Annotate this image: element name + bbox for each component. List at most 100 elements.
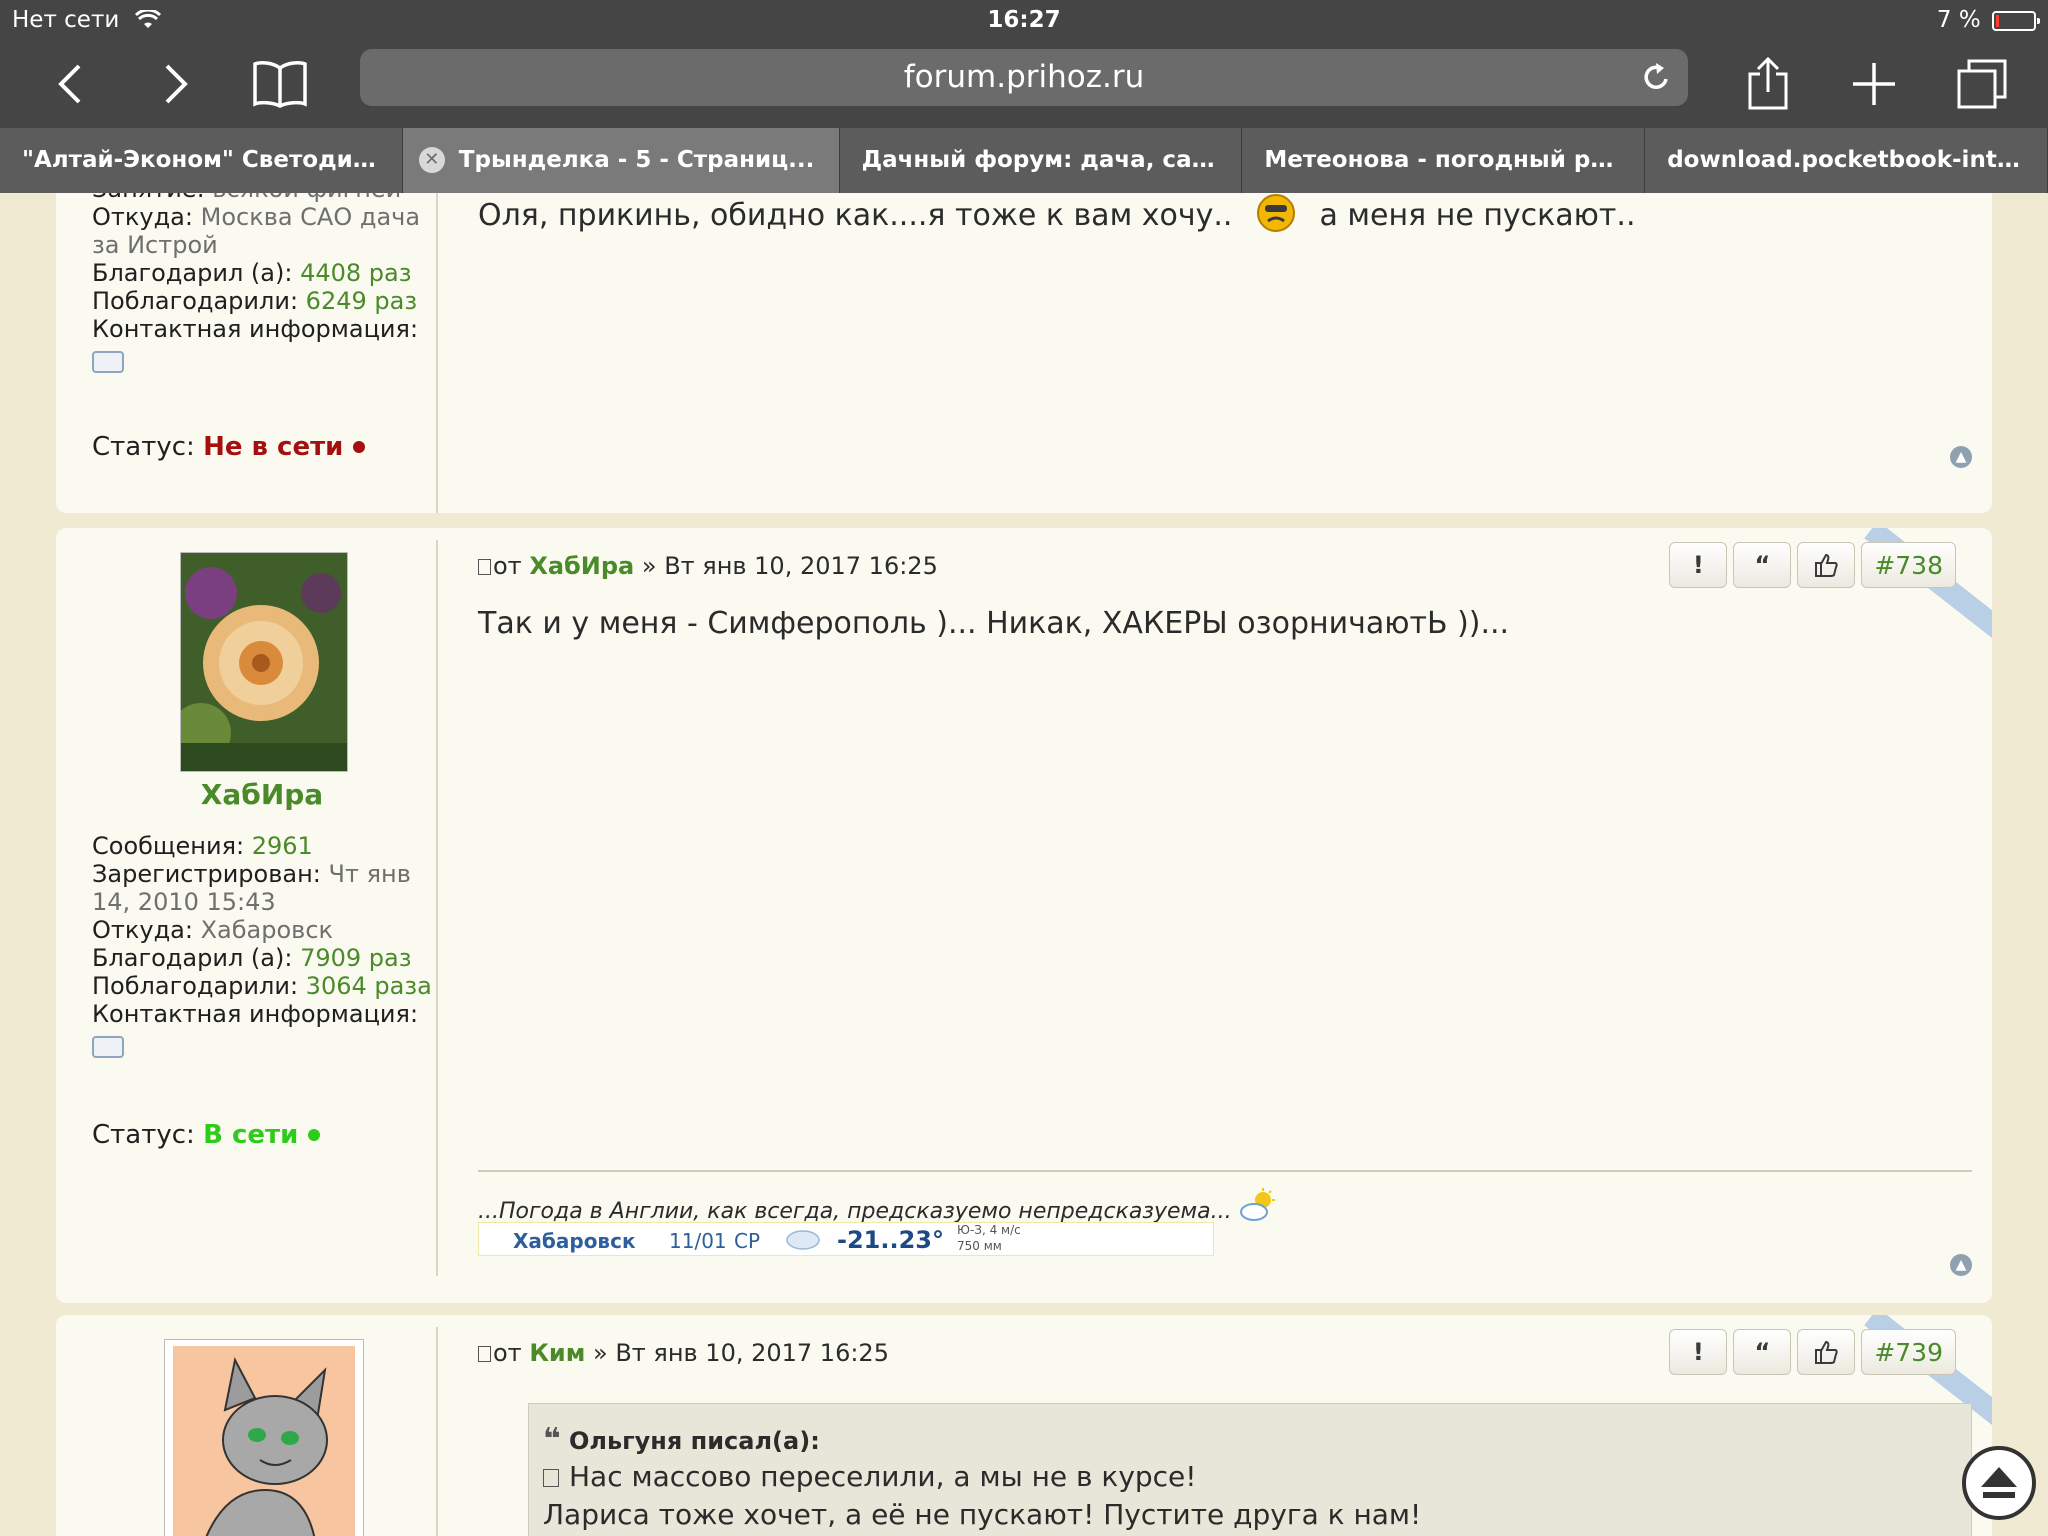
quote-mark-icon: ❝ bbox=[543, 1422, 561, 1457]
scroll-to-top-button[interactable] bbox=[1962, 1446, 2036, 1520]
weather-city: Хабаровск bbox=[513, 1229, 636, 1253]
weather-date: 11/01 bbox=[669, 1229, 727, 1253]
like-button[interactable] bbox=[1797, 1329, 1856, 1375]
post-date: » Вт янв 10, 2017 16:25 bbox=[593, 1339, 889, 1367]
chevron-left-icon bbox=[58, 64, 81, 104]
tab-dacha-forum[interactable]: Дачный форум: дача, сад,... bbox=[840, 128, 1243, 193]
tab-pocketbook[interactable]: download.pocketbook-int.co... bbox=[1645, 128, 2048, 193]
author-name[interactable]: ХабИра bbox=[56, 778, 468, 811]
avatar[interactable] bbox=[164, 1339, 364, 1536]
quote-line: Нас массово переселили, а мы не в курсе! bbox=[543, 1460, 1197, 1493]
profile-contact-label: Контактная информация: bbox=[92, 315, 419, 343]
post-date: » Вт янв 10, 2017 16:25 bbox=[641, 552, 938, 580]
address-bar[interactable]: forum.prihoz.ru bbox=[360, 49, 1688, 106]
post-number-link[interactable]: #739 bbox=[1861, 1329, 1956, 1375]
flower-avatar-image bbox=[181, 553, 347, 771]
post-number-link[interactable]: #738 bbox=[1861, 542, 1956, 588]
url-text: forum.prihoz.ru bbox=[903, 59, 1145, 95]
battery-percent: 7 % bbox=[1936, 7, 1981, 33]
status-online: В сети bbox=[203, 1120, 299, 1150]
scroll-top-icon[interactable]: ▲ bbox=[1950, 446, 1972, 468]
post-divider bbox=[436, 193, 438, 513]
quote-line: Лариса тоже хочет, а её не пускают! Пуст… bbox=[543, 1498, 1422, 1531]
profile-from: Откуда: Хабаровск bbox=[92, 916, 334, 944]
messages-link[interactable]: 2961 bbox=[252, 832, 313, 860]
profile-got-thanks: Поблагодарили: 6249 раз bbox=[92, 287, 418, 315]
quote-button[interactable]: “ bbox=[1733, 1329, 1792, 1375]
back-button[interactable] bbox=[34, 48, 106, 120]
forum-post: от Ким » Вт янв 10, 2017 16:25 ! “ #739 … bbox=[56, 1315, 1992, 1536]
thumbs-up-icon bbox=[1815, 1340, 1838, 1364]
chevron-right-icon bbox=[165, 64, 188, 104]
ios-status-bar: Нет сети 16:27 7 % bbox=[0, 0, 2048, 40]
share-button[interactable] bbox=[1732, 48, 1804, 120]
close-icon[interactable]: ✕ bbox=[418, 147, 445, 173]
tabs-icon bbox=[1957, 59, 2007, 109]
message-icon[interactable] bbox=[92, 1036, 124, 1058]
post-icon[interactable] bbox=[478, 559, 491, 575]
tab-altai[interactable]: "Алтай-Эконом" Светодиод... bbox=[0, 128, 403, 193]
bookmarks-button[interactable] bbox=[244, 48, 316, 120]
tab-label: Трынделка - 5 - Страниц... bbox=[458, 147, 815, 173]
new-tab-button[interactable] bbox=[1838, 48, 1910, 120]
profile-messages: Сообщения: 2961 bbox=[92, 832, 313, 860]
signature-divider bbox=[478, 1170, 1972, 1172]
message-icon[interactable] bbox=[92, 351, 124, 373]
quote-title: ❝ Ольгуня писал(а): bbox=[543, 1422, 820, 1457]
cloud-icon bbox=[785, 1225, 821, 1256]
got-thanks-link[interactable]: 3064 раза bbox=[306, 972, 432, 1000]
weather-informer[interactable]: Хабаровск 11/01 СР -21..23° Ю-З, 4 м/с 7… bbox=[478, 1222, 1214, 1256]
profile-thanked: Благодарил (а): 7909 раз bbox=[92, 944, 412, 972]
report-button[interactable]: ! bbox=[1669, 542, 1728, 588]
post-author-link[interactable]: ХабИра bbox=[529, 552, 634, 580]
status-offline: Не в сети bbox=[203, 432, 344, 462]
battery-icon bbox=[1992, 11, 2040, 31]
status-dot bbox=[308, 1129, 321, 1141]
post-divider bbox=[436, 1327, 438, 1536]
plus-icon bbox=[1853, 63, 1895, 105]
cat-avatar-image bbox=[173, 1346, 355, 1536]
profile-from: Откуда: Москва САО дача bbox=[92, 203, 421, 231]
thanked-link[interactable]: 4408 раз bbox=[300, 259, 411, 287]
browser-toolbar: forum.prihoz.ru bbox=[0, 40, 2048, 128]
weather-weekday: СР bbox=[734, 1229, 761, 1253]
user-status: Статус: Не в сети bbox=[92, 432, 366, 462]
status-dot bbox=[353, 441, 366, 453]
post-header: от ХабИра » Вт янв 10, 2017 16:25 bbox=[478, 552, 938, 580]
post-actions: ! “ #738 bbox=[1669, 542, 1956, 588]
scroll-top-icon[interactable]: ▲ bbox=[1950, 1254, 1972, 1276]
tab-meteonova[interactable]: Метеонова - погодный роб... bbox=[1242, 128, 1646, 193]
like-button[interactable] bbox=[1797, 542, 1856, 588]
forward-button[interactable] bbox=[140, 48, 212, 120]
eject-up-icon bbox=[1981, 1467, 2017, 1498]
reload-icon[interactable] bbox=[1640, 61, 1672, 93]
battery-status: 7 % bbox=[1936, 7, 2040, 33]
profile-got-thanks: Поблагодарили: 3064 раза bbox=[92, 972, 432, 1000]
go-to-post-icon[interactable] bbox=[543, 1469, 559, 1487]
signature-text: ...Погода в Англии, как всегда, предсказ… bbox=[478, 1188, 1279, 1224]
post-header: от Ким » Вт янв 10, 2017 16:25 bbox=[478, 1339, 889, 1367]
post-icon[interactable] bbox=[478, 1346, 491, 1362]
weather-temp: -21..23° bbox=[837, 1226, 944, 1254]
tabs-overview-button[interactable] bbox=[1946, 48, 2018, 120]
avatar[interactable] bbox=[180, 552, 348, 772]
profile-registered-cont: 14, 2010 15:43 bbox=[92, 888, 276, 916]
quote-button[interactable]: “ bbox=[1733, 542, 1792, 588]
post-actions: ! “ #739 bbox=[1669, 1329, 1956, 1375]
smiley-icon bbox=[1256, 194, 1295, 232]
weather-pressure: 750 мм bbox=[957, 1239, 1002, 1253]
partly-cloudy-icon bbox=[1239, 1188, 1275, 1221]
thanked-link[interactable]: 7909 раз bbox=[300, 944, 411, 972]
post-author-link[interactable]: Ким bbox=[529, 1339, 585, 1367]
post-text: Так и у меня - Симферополь )... Никак, Х… bbox=[478, 606, 1510, 641]
report-button[interactable]: ! bbox=[1669, 1329, 1728, 1375]
tab-bar: "Алтай-Эконом" Светодиод... ✕ Трынделка … bbox=[0, 128, 2048, 193]
post-text: Оля, прикинь, обидно как....я тоже к вам… bbox=[478, 193, 1635, 233]
profile-registered: Зарегистрирован: Чт янв bbox=[92, 860, 411, 888]
got-thanks-link[interactable]: 6249 раз bbox=[306, 287, 417, 315]
tab-tryndelka[interactable]: ✕ Трынделка - 5 - Страниц... bbox=[402, 128, 840, 193]
forum-post: Занятие: всякой фигней Откуда: Москва СА… bbox=[56, 193, 1992, 513]
profile-contact-label: Контактная информация: bbox=[92, 1000, 419, 1028]
clock: 16:27 bbox=[987, 7, 1061, 33]
thumbs-up-icon bbox=[1815, 553, 1838, 577]
